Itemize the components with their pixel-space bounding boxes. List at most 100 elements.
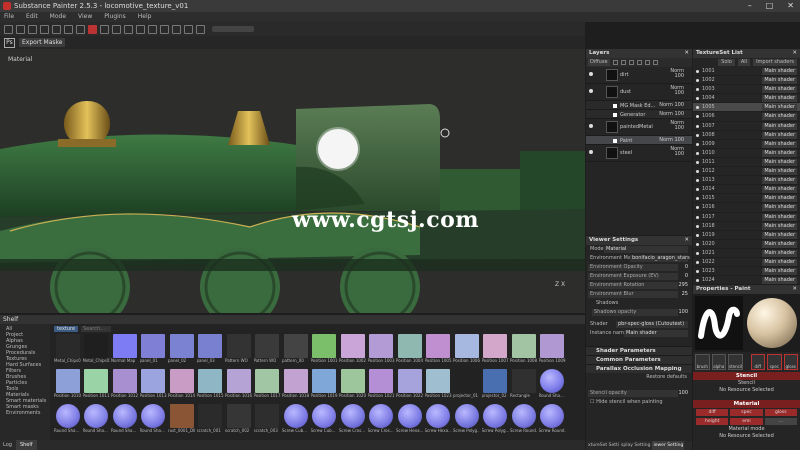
visibility-eye-icon[interactable] xyxy=(696,124,699,128)
textureset-row[interactable]: 1019 Main shader xyxy=(693,231,800,240)
restore-defaults-button[interactable]: Restore defaults xyxy=(586,373,692,382)
shelf-item[interactable]: Position 1021 xyxy=(368,369,395,403)
visibility-eye-icon[interactable] xyxy=(696,79,699,83)
eraser-tool-icon[interactable] xyxy=(16,24,25,34)
shelf-item[interactable]: Normal Map xyxy=(111,334,138,368)
shelf-item[interactable]: Position 1014 xyxy=(168,369,195,403)
shader-select[interactable]: Main shader xyxy=(762,95,797,103)
textureset-row[interactable]: 1001 Main shader xyxy=(693,67,800,77)
visibility-eye-icon[interactable] xyxy=(589,89,593,93)
view-mode-icon[interactable] xyxy=(124,24,133,34)
settings-icon[interactable] xyxy=(196,24,205,34)
layer-row[interactable]: MG Mask Ed... Norm 100 xyxy=(586,101,692,110)
shelf-item[interactable]: Position 1009 xyxy=(539,334,566,368)
channel-height-button[interactable]: height xyxy=(696,418,729,425)
visibility-eye-icon[interactable] xyxy=(696,151,699,155)
shelf-item[interactable]: panel_02 xyxy=(168,334,195,368)
symmetry-icon[interactable] xyxy=(100,24,109,34)
shader-select[interactable]: Main shader xyxy=(762,86,797,94)
visibility-eye-icon[interactable] xyxy=(696,142,699,146)
add-layer-icon[interactable] xyxy=(612,60,618,65)
shelf-item[interactable]: projector_02 xyxy=(482,369,509,403)
layer-blend[interactable]: Norm 100 xyxy=(659,103,684,108)
layer-blend[interactable]: Norm 100 xyxy=(670,121,684,131)
import-shaders-button[interactable]: Import shaders xyxy=(753,59,797,66)
tab-shelf[interactable]: Shelf xyxy=(15,440,37,450)
shelf-item[interactable]: pattern_00 xyxy=(282,334,309,368)
visibility-eye-icon[interactable] xyxy=(589,124,593,128)
textureset-row[interactable]: 1009 Main shader xyxy=(693,140,800,149)
filter-chip[interactable]: texture xyxy=(54,326,79,332)
shelf-category[interactable]: Environments xyxy=(6,410,50,416)
textureset-row[interactable]: 1014 Main shader xyxy=(693,185,800,195)
textureset-row[interactable]: 1005 Main shader xyxy=(693,103,800,113)
stencil-section[interactable]: Stencil xyxy=(693,372,800,380)
shelf-item[interactable]: Round Sha... xyxy=(539,369,566,403)
menu-file[interactable]: File xyxy=(4,12,14,22)
shader-select[interactable]: Main shader xyxy=(762,104,797,112)
channel-more-button[interactable]: ... xyxy=(764,418,797,425)
textureset-row[interactable]: 1021 Main shader xyxy=(693,249,800,258)
shelf-search-input[interactable]: Search... xyxy=(81,326,112,332)
shader-select[interactable]: Main shader xyxy=(762,195,797,203)
visibility-eye-icon[interactable] xyxy=(696,206,699,210)
shelf-item[interactable]: Pattern WO xyxy=(254,334,281,368)
shadows-toggle[interactable]: Shadows xyxy=(586,299,692,308)
shelf-item[interactable]: Position 1016 xyxy=(225,369,252,403)
shelf-item[interactable]: Position 1010 xyxy=(54,369,81,403)
shelf-item[interactable]: Position 1020 xyxy=(339,369,366,403)
shelf-item[interactable]: Metal_Chips01 xyxy=(54,334,81,368)
shelf-item[interactable]: Position 1012 xyxy=(111,369,138,403)
shelf-item[interactable]: Screw Hexa... xyxy=(396,404,423,438)
shader-select[interactable]: Main shader xyxy=(762,140,797,148)
shelf-item[interactable]: Position 1019 xyxy=(311,369,338,403)
toolbar-slider[interactable] xyxy=(212,26,254,32)
projection-tool-icon[interactable] xyxy=(28,24,37,34)
shader-select[interactable]: Main shader xyxy=(762,268,797,276)
close-button[interactable]: ✕ xyxy=(787,0,794,12)
shader-select[interactable]: Main shader xyxy=(762,222,797,230)
shelf-item[interactable]: Screw Cros... xyxy=(339,404,366,438)
shader-select[interactable]: Main shader xyxy=(762,158,797,166)
textureset-row[interactable]: 1017 Main shader xyxy=(693,213,800,222)
textureset-row[interactable]: 1016 Main shader xyxy=(693,203,800,213)
shelf-item[interactable]: Screw Round... xyxy=(539,404,566,438)
shader-select[interactable]: Main shader xyxy=(762,122,797,130)
channel-spec-button[interactable]: spec xyxy=(730,409,763,416)
camera-icon[interactable] xyxy=(112,24,121,34)
shelf-item[interactable]: scratch_001 xyxy=(197,404,224,438)
shelf-item[interactable]: Screw Round... xyxy=(510,404,537,438)
shelf-item[interactable]: Position 1017 xyxy=(254,369,281,403)
smudge-tool-icon[interactable] xyxy=(52,24,61,34)
picker-tool-icon[interactable] xyxy=(76,24,85,34)
shelf-item[interactable]: Metal_Chips01 xyxy=(83,334,110,368)
layer-blend[interactable]: Norm 100 xyxy=(670,86,684,96)
shader-select[interactable]: Main shader xyxy=(762,131,797,139)
textureset-row[interactable]: 1006 Main shader xyxy=(693,112,800,122)
env-slider[interactable]: Environment Blur 25 xyxy=(586,290,692,299)
layer-blend[interactable]: Norm 100 xyxy=(659,112,684,117)
textureset-row[interactable]: 1018 Main shader xyxy=(693,222,800,231)
shader-select[interactable]: Main shader xyxy=(762,168,797,176)
env-slider[interactable]: Environment Exposure (EV) 0 xyxy=(586,272,692,281)
section-common-params[interactable]: Common Parameters xyxy=(586,355,692,364)
shelf-item[interactable]: scratch_002 xyxy=(225,404,252,438)
shelf-item[interactable]: Position 1007 xyxy=(482,334,509,368)
shader-select[interactable]: Main shader xyxy=(762,240,797,248)
shader-select[interactable]: Main shader xyxy=(762,77,797,85)
maximize-button[interactable]: □ xyxy=(766,0,774,12)
clone-tool-icon[interactable] xyxy=(64,24,73,34)
visibility-eye-icon[interactable] xyxy=(696,160,699,164)
material-section[interactable]: Material xyxy=(693,400,800,408)
shader-select[interactable]: Main shader xyxy=(762,258,797,266)
shelf-item[interactable]: Screw Cub... xyxy=(311,404,338,438)
shader-select[interactable]: Main shader xyxy=(762,249,797,257)
stencil-opacity-row[interactable]: Stencil opacity 100 xyxy=(586,389,692,398)
textureset-row[interactable]: 1008 Main shader xyxy=(693,131,800,140)
shader-select[interactable]: Main shader xyxy=(762,149,797,157)
visibility-eye-icon[interactable] xyxy=(696,170,699,174)
shelf-item[interactable]: Position 1023 xyxy=(425,369,452,403)
lighting-icon[interactable] xyxy=(160,24,169,34)
env-slider[interactable]: Environment Rotation 295 xyxy=(586,281,692,290)
close-icon[interactable]: ✕ xyxy=(792,49,797,58)
